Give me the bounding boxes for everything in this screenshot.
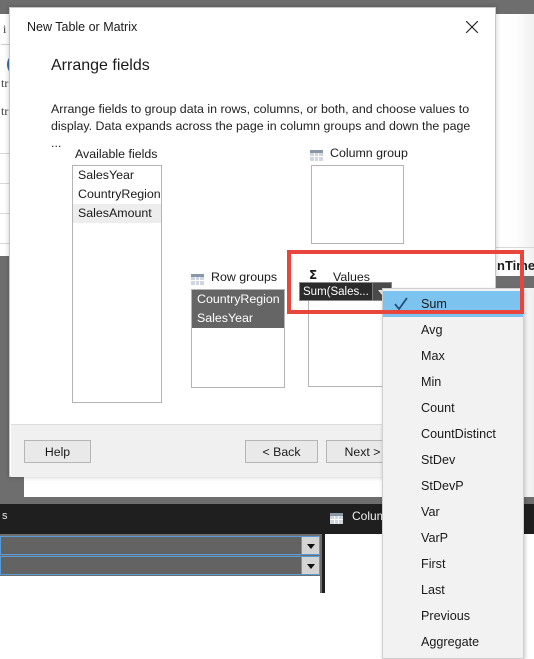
values-field-chip-label: Sum(Sales... <box>303 285 369 298</box>
caret-down-icon[interactable] <box>301 556 320 575</box>
menu-item-first[interactable]: First <box>383 551 523 577</box>
menu-item-label: StDev <box>421 453 456 467</box>
menu-item-label: StDevP <box>421 479 464 493</box>
sigma-icon: Σ <box>309 268 318 282</box>
aggregate-function-menu[interactable]: Sum Avg Max Min Count CountDistinct StDev StDev… <box>382 288 524 659</box>
menu-item-label: Last <box>421 583 445 597</box>
menu-item-label: Count <box>421 401 455 415</box>
menu-item-max[interactable]: Max <box>383 343 523 369</box>
menu-item-label: Previous <box>421 609 470 623</box>
column-groups-label: Column group <box>330 146 408 160</box>
background-left-fragment-2: tr <box>1 104 9 118</box>
menu-item-aggregate[interactable]: Aggregate <box>383 629 523 655</box>
menu-item-min[interactable]: Min <box>383 369 523 395</box>
help-button[interactable]: Help <box>24 440 91 463</box>
dialog-description: Arrange fields to group data in rows, co… <box>51 102 471 150</box>
menu-item-varp[interactable]: VarP <box>383 525 523 551</box>
background-designer-left-label: s <box>2 510 8 522</box>
caret-down-icon[interactable] <box>301 536 320 555</box>
menu-item-stdevp[interactable]: StDevP <box>383 473 523 499</box>
menu-item-last[interactable]: Last <box>383 577 523 603</box>
dialog-title-bar: New Table or Matrix <box>10 8 495 44</box>
menu-item-label: First <box>421 557 446 571</box>
menu-item-avg[interactable]: Avg <box>383 317 523 343</box>
menu-item-label: Max <box>421 349 445 363</box>
menu-item-var[interactable]: Var <box>383 499 523 525</box>
available-fields-listbox[interactable]: SalesYear CountryRegion SalesAmount <box>72 165 162 403</box>
list-item[interactable]: CountryRegion <box>192 290 284 309</box>
list-item[interactable]: SalesYear <box>73 166 161 185</box>
menu-item-label: Sum <box>421 297 447 311</box>
background-right-band <box>496 276 534 288</box>
table-grid-icon <box>310 148 323 161</box>
background-designer-row-2[interactable] <box>0 556 320 575</box>
menu-item-label: Aggregate <box>421 635 480 649</box>
menu-item-label: Var <box>421 505 440 519</box>
menu-item-count[interactable]: Count <box>383 395 523 421</box>
row-groups-label: Row groups <box>211 270 278 284</box>
menu-item-label: VarP <box>421 531 449 545</box>
table-grid-icon <box>330 511 343 524</box>
background-left-fragment-0: i <box>3 22 7 36</box>
back-button[interactable]: < Back <box>245 440 318 463</box>
available-fields-label: Available fields <box>75 147 158 161</box>
menu-item-countdistinct[interactable]: CountDistinct <box>383 421 523 447</box>
screen-root: i tr tr s Colum New Table or Matrix Arra… <box>0 0 534 659</box>
menu-item-stdev[interactable]: StDev <box>383 447 523 473</box>
dialog-title: New Table or Matrix <box>27 20 138 34</box>
menu-item-label: Min <box>421 375 442 389</box>
background-right-fragment: nTime <box>497 258 534 273</box>
table-grid-icon <box>191 272 204 285</box>
close-icon[interactable] <box>457 15 487 39</box>
menu-item-label: Avg <box>421 323 443 337</box>
menu-item-previous[interactable]: Previous <box>383 603 523 629</box>
checkmark-icon <box>394 291 408 317</box>
list-item[interactable]: SalesAmount <box>73 204 161 223</box>
list-item[interactable]: CountryRegion <box>73 185 161 204</box>
background-designer-body <box>0 576 320 593</box>
background-right-divider <box>496 247 534 248</box>
row-groups-listbox[interactable]: CountryRegion SalesYear <box>191 289 285 388</box>
background-left-fragment-1: tr <box>1 76 9 90</box>
background-designer-row-1[interactable] <box>0 536 320 555</box>
list-item[interactable]: SalesYear <box>192 309 284 328</box>
page-title: Arrange fields <box>51 57 150 74</box>
menu-item-label: CountDistinct <box>421 427 496 441</box>
column-groups-listbox[interactable] <box>311 165 404 244</box>
menu-item-sum[interactable]: Sum <box>383 291 523 317</box>
values-field-chip[interactable]: Sum(Sales... <box>299 282 392 301</box>
